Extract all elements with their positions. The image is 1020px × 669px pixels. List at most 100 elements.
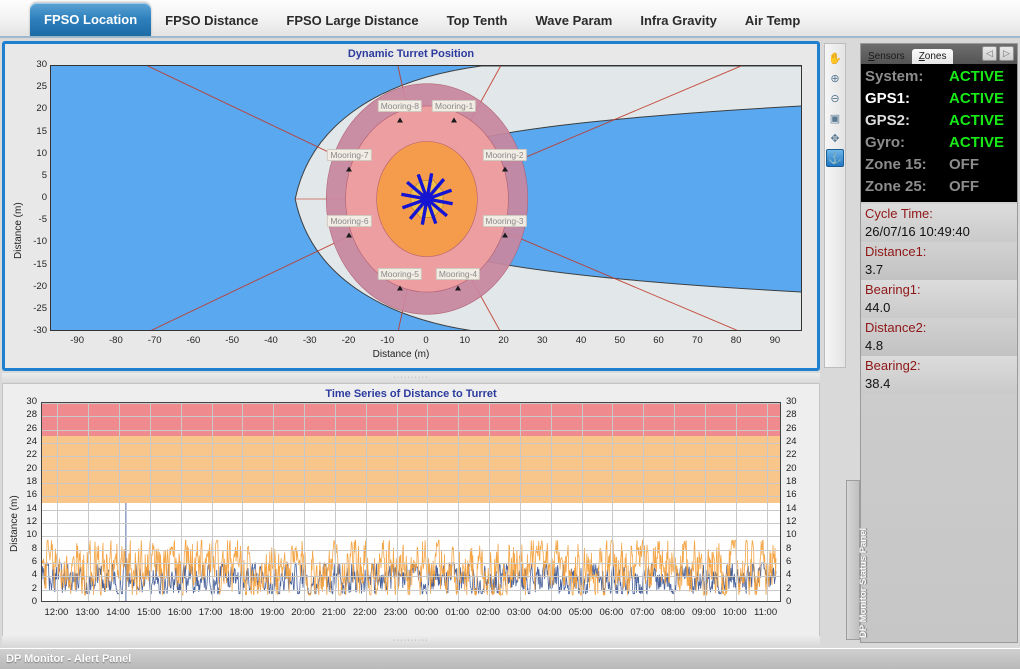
turret-x-tick: 70: [692, 335, 703, 346]
turret-y-tick: 0: [25, 192, 47, 203]
timeseries-plot-canvas[interactable]: [41, 402, 781, 602]
timeseries-x-tick: 04:00: [538, 607, 562, 618]
timeseries-gridline-h: [42, 510, 780, 511]
timeseries-x-tick: 15:00: [137, 607, 161, 618]
turret-x-tick: -70: [148, 335, 162, 346]
timeseries-gridline-h: [42, 496, 780, 497]
timeseries-chart-title: Time Series of Distance to Turret: [3, 388, 819, 400]
timeseries-y-tick-right: 22: [786, 449, 797, 460]
timeseries-x-tick: 20:00: [291, 607, 315, 618]
turret-x-tick: -60: [187, 335, 201, 346]
anchor-pin-icon[interactable]: ⚓: [826, 149, 844, 167]
timeseries-x-tick: 01:00: [445, 607, 469, 618]
readout-label: Bearing2:: [865, 357, 1013, 375]
timeseries-x-tick: 14:00: [106, 607, 130, 618]
timeseries-gridline-h: [42, 576, 780, 577]
timeseries-y-tick-left: 8: [17, 543, 37, 554]
mooring-label[interactable]: Mooring-4: [436, 268, 480, 280]
status-panel-tabs[interactable]: SensorsZones ◁ ▷: [861, 44, 1017, 64]
zoom-in-icon[interactable]: ⊕: [826, 69, 844, 87]
timeseries-y-tick-left: 10: [17, 529, 37, 540]
mooring-label[interactable]: Mooring-8: [378, 100, 422, 112]
readout-label: Distance2:: [865, 319, 1013, 337]
timeseries-y-tick-right: 2: [786, 583, 791, 594]
zone-status-row: System:ACTIVE: [865, 66, 1013, 88]
turret-x-tick: -80: [109, 335, 123, 346]
tab-fpso-distance[interactable]: FPSO Distance: [151, 5, 272, 36]
turret-x-tick: 60: [653, 335, 664, 346]
zone-status-row: Gyro:ACTIVE: [865, 132, 1013, 154]
timeseries-gridline-v: [489, 403, 490, 601]
timeseries-x-tick: 05:00: [569, 607, 593, 618]
readout-block: Distance1:3.7: [861, 242, 1017, 280]
timeseries-gridline-v: [304, 403, 305, 601]
status-panel-side-tab[interactable]: DP Monitor Status Panel: [846, 480, 860, 640]
horizontal-splitter-top[interactable]: ··········: [2, 373, 820, 382]
timeseries-gridline-h: [42, 403, 780, 404]
nav-next-button[interactable]: ▷: [999, 46, 1014, 61]
panel-nav-buttons[interactable]: ◁ ▷: [982, 46, 1014, 61]
turret-x-tick: 90: [770, 335, 781, 346]
timeseries-gridline-h: [42, 536, 780, 537]
readout-value: 44.0: [865, 299, 1013, 317]
timeseries-y-tick-right: 16: [786, 489, 797, 500]
timeseries-x-tick: 12:00: [45, 607, 69, 618]
mooring-label[interactable]: Mooring-7: [327, 149, 371, 161]
timeseries-y-tick-right: 10: [786, 529, 797, 540]
zone-status-value: ACTIVE: [949, 88, 1004, 110]
turret-y-tick: 10: [25, 148, 47, 159]
horizontal-splitter-bottom[interactable]: ··········: [2, 636, 820, 645]
readout-block: Cycle Time:26/07/16 10:49:40: [861, 204, 1017, 242]
timeseries-x-tick: 16:00: [168, 607, 192, 618]
zoom-out-icon[interactable]: ⊖: [826, 89, 844, 107]
zone-status-value: OFF: [949, 154, 979, 176]
tab-fpso-large-distance[interactable]: FPSO Large Distance: [272, 5, 432, 36]
mooring-label[interactable]: Mooring-1: [432, 100, 476, 112]
tab-wave-param[interactable]: Wave Param: [521, 5, 626, 36]
tab-infra-gravity[interactable]: Infra Gravity: [626, 5, 731, 36]
timeseries-gridline-v: [181, 403, 182, 601]
splitter-grip-bottom: ··········: [393, 637, 428, 644]
turret-y-tick: 15: [25, 126, 47, 137]
timeseries-gridline-v: [57, 403, 58, 601]
main-tab-bar[interactable]: FPSO LocationFPSO DistanceFPSO Large Dis…: [0, 0, 1020, 38]
timeseries-gridline-h: [42, 416, 780, 417]
tab-fpso-location[interactable]: FPSO Location: [30, 3, 151, 36]
timeseries-gridline-v: [335, 403, 336, 601]
status-tab-zones[interactable]: Zones: [912, 49, 954, 64]
time-series-panel: Time Series of Distance to Turret Distan…: [2, 383, 820, 643]
timeseries-x-tick: 17:00: [199, 607, 223, 618]
mooring-point-marker: [397, 286, 403, 291]
zone-status-value: ACTIVE: [949, 110, 1004, 132]
tab-top-tenth[interactable]: Top Tenth: [433, 5, 522, 36]
timeseries-gridline-h: [42, 456, 780, 457]
turret-chart-title: Dynamic Turret Position: [5, 48, 817, 60]
turret-x-tick: 20: [498, 335, 509, 346]
timeseries-gridline-v: [643, 403, 644, 601]
timeseries-x-tick: 11:00: [754, 607, 777, 618]
zoom-box-icon[interactable]: ▣: [826, 109, 844, 127]
mooring-label[interactable]: Mooring-3: [482, 215, 526, 227]
mooring-label[interactable]: Mooring-5: [378, 268, 422, 280]
anchor-pin-icon-glyph: ⚓: [828, 152, 842, 165]
nav-prev-button[interactable]: ◁: [982, 46, 997, 61]
fit-to-view-icon[interactable]: ✥: [826, 129, 844, 147]
turret-x-tick: 0: [423, 335, 428, 346]
timeseries-gridline-h: [42, 443, 780, 444]
turret-plot-canvas[interactable]: Mooring-1 Mooring-2 Mooring-3 Mooring-4 Moor…: [50, 65, 802, 331]
chart-tool-strip[interactable]: ✋ ⊕ ⊖ ▣ ✥ ⚓: [824, 43, 846, 368]
timeseries-gridline-v: [736, 403, 737, 601]
status-tab-sensors[interactable]: Sensors: [861, 49, 912, 64]
tab-air-temp[interactable]: Air Temp: [731, 5, 814, 36]
pan-hand-icon[interactable]: ✋: [826, 49, 844, 67]
timeseries-y-tick-right: 26: [786, 423, 797, 434]
mooring-label[interactable]: Mooring-2: [482, 149, 526, 161]
timeseries-gridline-v: [273, 403, 274, 601]
timeseries-gridline-v: [582, 403, 583, 601]
timeseries-gridline-h: [42, 430, 780, 431]
mooring-label[interactable]: Mooring-6: [327, 215, 371, 227]
zone-status-row: GPS1:ACTIVE: [865, 88, 1013, 110]
readout-value: 4.8: [865, 337, 1013, 355]
zone-status-value: ACTIVE: [949, 132, 1004, 154]
timeseries-gridline-v: [767, 403, 768, 601]
